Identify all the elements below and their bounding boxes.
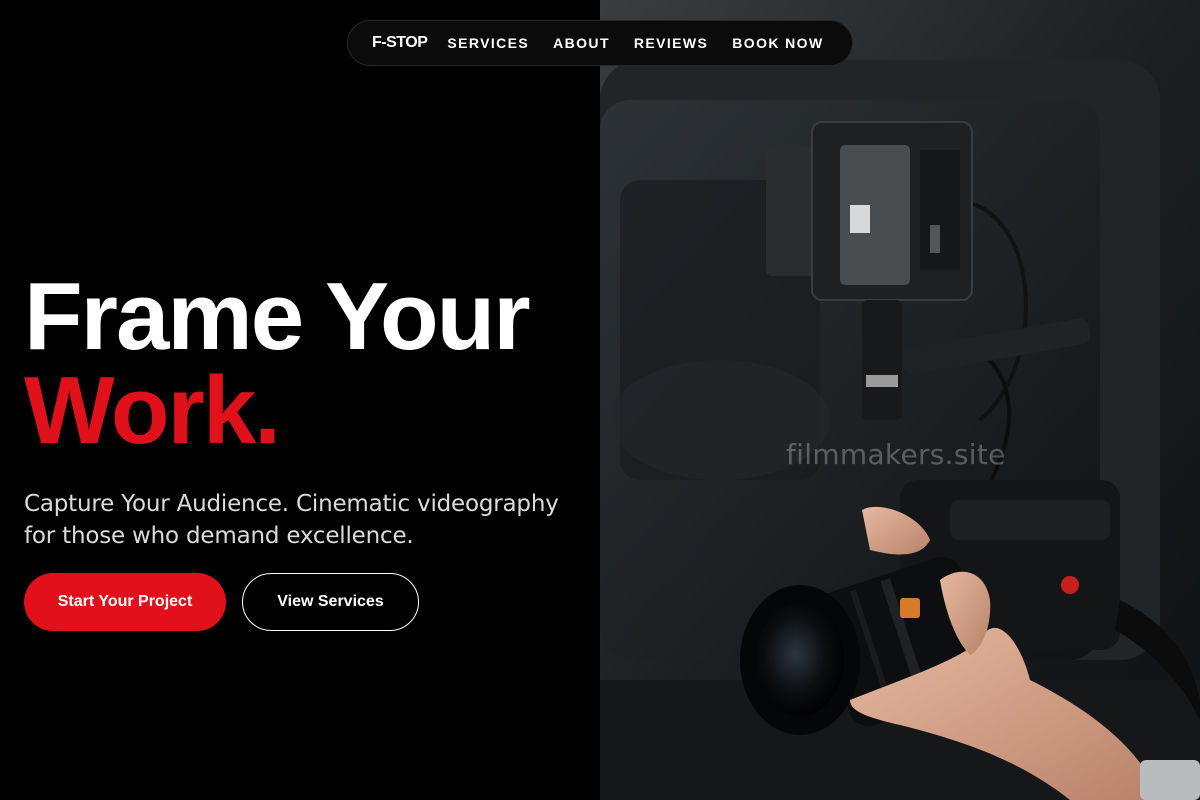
top-nav: F-STOP SERVICES ABOUT REVIEWS BOOK NOW (347, 20, 853, 66)
cta-group: Start Your Project View Services (24, 573, 419, 631)
hero-photo (600, 0, 1200, 800)
start-project-button[interactable]: Start Your Project (24, 573, 226, 631)
brand-logo[interactable]: F-STOP (372, 34, 428, 52)
nav-link-reviews[interactable]: REVIEWS (634, 35, 708, 51)
hero-section: Frame Your Work. Capture Your Audience. … (24, 263, 584, 552)
hero-subheading: Capture Your Audience. Cinematic videogr… (24, 491, 559, 549)
landing-page: filmmakers.site F-STOP SERVICES ABOUT RE… (0, 0, 1200, 800)
view-services-button[interactable]: View Services (242, 573, 419, 631)
headline-line-2: Work. (24, 357, 281, 464)
nav-link-services[interactable]: SERVICES (447, 35, 529, 51)
hero-headline: Frame Your Work. (24, 263, 584, 464)
nav-link-about[interactable]: ABOUT (553, 35, 610, 51)
nav-link-book-now[interactable]: BOOK NOW (732, 35, 823, 51)
watermark-text: filmmakers.site (786, 438, 1006, 471)
headline-line-1: Frame Your (24, 263, 531, 370)
